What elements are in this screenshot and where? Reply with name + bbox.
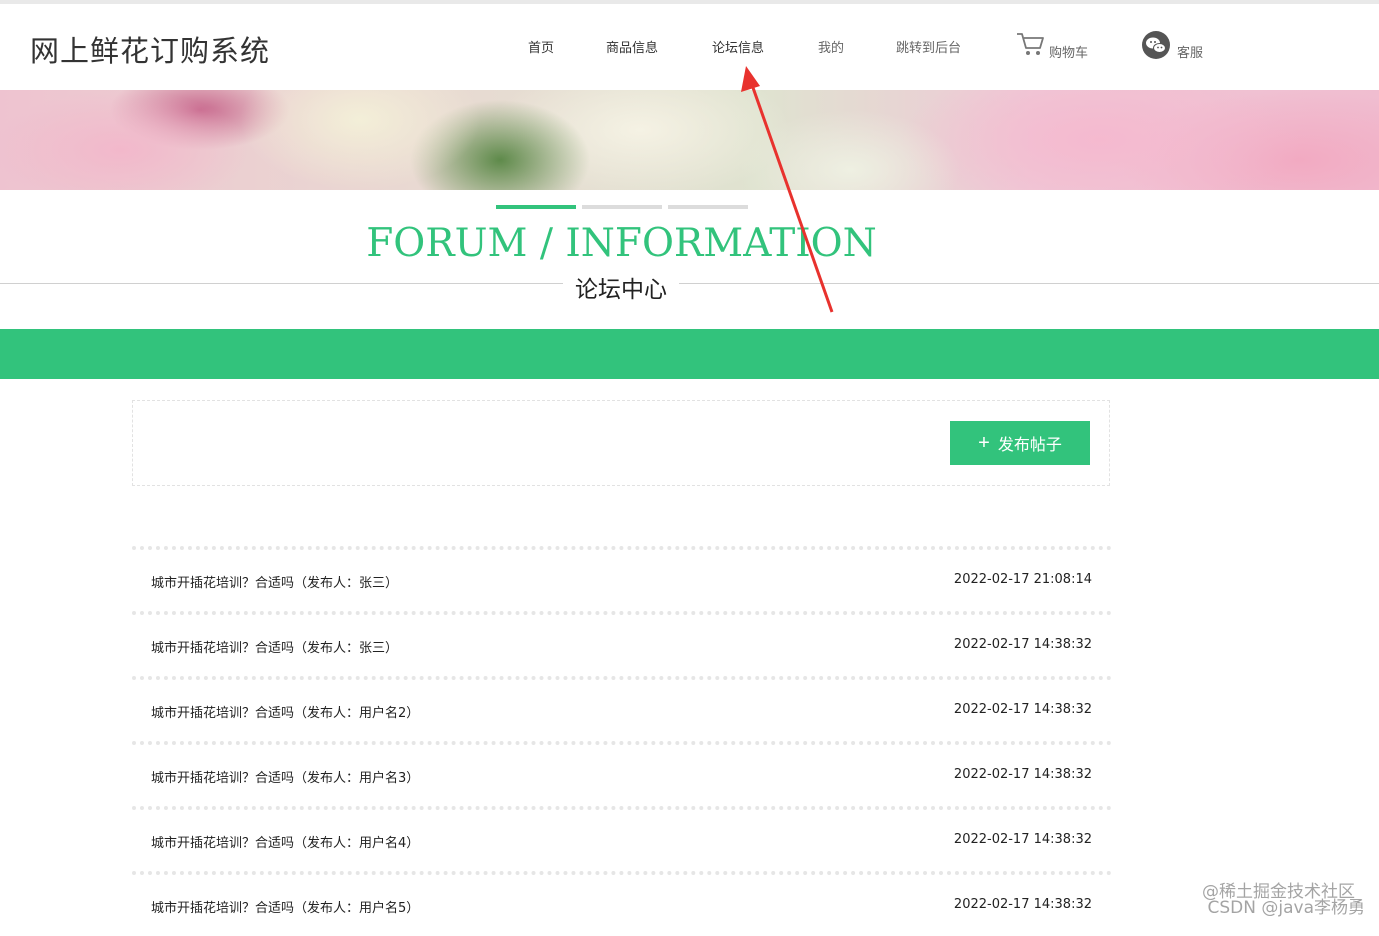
nav-item-home[interactable]: 首页 — [528, 37, 554, 56]
watermark-csdn: CSDN @java李杨勇 — [1207, 898, 1366, 918]
nav-item-forum[interactable]: 论坛信息 — [712, 37, 764, 56]
nav-item-products[interactable]: 商品信息 — [606, 37, 658, 56]
carousel-dot-3[interactable] — [668, 205, 748, 209]
post-time: 2022-02-17 21:08:14 — [953, 572, 1092, 587]
table-row[interactable]: 城市开插花培训？合适吗（发布人：用户名2） 2022-02-17 14:38:3… — [132, 676, 1112, 741]
section-divider — [0, 283, 1379, 284]
post-time: 2022-02-17 14:38:32 — [953, 897, 1092, 912]
carousel-dot-2[interactable] — [582, 205, 662, 209]
post-list: 城市开插花培训？合适吗（发布人：张三） 2022-02-17 21:08:14 … — [132, 546, 1112, 936]
cart-icon[interactable] — [1016, 31, 1046, 61]
post-title[interactable]: 城市开插花培训？合适吗（发布人：张三） — [151, 637, 398, 656]
post-title[interactable]: 城市开插花培训？合适吗（发布人：用户名2） — [151, 702, 419, 721]
post-title[interactable]: 城市开插花培训？合适吗（发布人：用户名3） — [151, 767, 419, 786]
publish-post-button[interactable]: + 发布帖子 — [950, 421, 1090, 465]
table-row[interactable]: 城市开插花培训？合适吗（发布人：用户名5） 2022-02-17 14:38:3… — [132, 871, 1112, 936]
post-title[interactable]: 城市开插花培训？合适吗（发布人：用户名5） — [151, 897, 419, 916]
table-row[interactable]: 城市开插花培训？合适吗（发布人：用户名4） 2022-02-17 14:38:3… — [132, 806, 1112, 871]
post-time: 2022-02-17 14:38:32 — [953, 702, 1092, 717]
main-nav: 首页 商品信息 论坛信息 我的 跳转到后台 购物车 客服 — [0, 31, 1379, 64]
publish-post-label: 发布帖子 — [997, 437, 1062, 454]
green-band — [0, 329, 1379, 379]
table-row[interactable]: 城市开插花培训？合适吗（发布人：用户名3） 2022-02-17 14:38:3… — [132, 741, 1112, 806]
banner-image — [0, 90, 1379, 190]
plus-icon: + — [978, 432, 990, 454]
nav-item-service[interactable]: 客服 — [1177, 42, 1203, 61]
table-row[interactable]: 城市开插花培训？合适吗（发布人：张三） 2022-02-17 21:08:14 — [132, 546, 1112, 611]
post-time: 2022-02-17 14:38:32 — [953, 832, 1092, 847]
table-row[interactable]: 城市开插花培训？合适吗（发布人：张三） 2022-02-17 14:38:32 — [132, 611, 1112, 676]
nav-item-mine[interactable]: 我的 — [818, 37, 844, 56]
nav-item-cart[interactable]: 购物车 — [1049, 42, 1088, 61]
carousel-dot-1[interactable] — [496, 205, 576, 209]
nav-item-admin[interactable]: 跳转到后台 — [896, 37, 961, 56]
post-time: 2022-02-17 14:38:32 — [953, 637, 1092, 652]
wechat-icon[interactable] — [1141, 30, 1171, 64]
section-title-en: FORUM / INFORMATION — [366, 221, 877, 266]
section-title-cn: 论坛中心 — [563, 270, 679, 304]
post-title[interactable]: 城市开插花培训？合适吗（发布人：张三） — [151, 572, 398, 591]
post-time: 2022-02-17 14:38:32 — [953, 767, 1092, 782]
post-title[interactable]: 城市开插花培训？合适吗（发布人：用户名4） — [151, 832, 419, 851]
